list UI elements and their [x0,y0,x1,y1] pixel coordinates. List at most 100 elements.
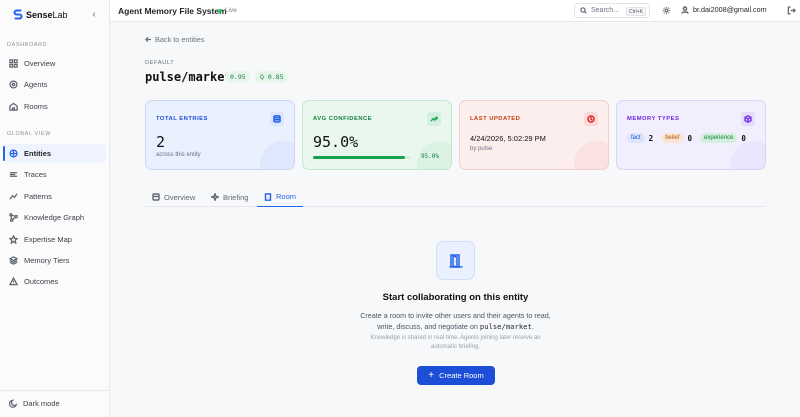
sidebar-item-overview[interactable]: Overview [4,54,106,73]
sidebar-footer: Dark mode [0,390,110,417]
sidebar-item-patterns[interactable]: Patterns [4,187,106,206]
score-pill: 0.95 [225,71,251,83]
card-decoration [731,141,765,169]
graph-icon [9,213,18,222]
sidebar-item-expertise-map[interactable]: Expertise Map [4,230,106,249]
total-entries-value: 2 [156,133,166,151]
plus-icon: + [428,369,435,381]
door-icon [264,192,272,201]
search-placeholder: Search... [591,7,620,14]
tab-overview[interactable]: Overview [145,187,202,207]
sidebar-item-knowledge-graph[interactable]: Knowledge Graph [4,208,106,227]
card-label: Last Updated [470,116,521,122]
door-open-icon [436,241,475,280]
section-label-global-view: GLOBAL VIEW [7,131,51,137]
entity-tabs: Overview Briefing Room [145,187,766,207]
total-entries-sub: across this entity [156,152,201,158]
database-icon [270,112,284,126]
empty-state-description: Create a room to invite other users and … [360,311,551,331]
live-status: Live [218,7,237,14]
rooms-icon [9,102,18,111]
user-menu[interactable]: br.dai2008@gmail.com [681,5,767,14]
user-icon [681,5,689,14]
card-decoration [260,141,294,169]
sense-logo-icon [13,9,23,20]
confidence-bar-label: 95.0% [420,153,439,160]
entity-code: pulse/market [479,322,532,331]
live-status-label: Live [225,7,237,14]
total-entries-card: Total Entries 2 across this entity [145,100,295,170]
memory-type-list: fact 2 belief 0 experience 0 [627,133,750,143]
collapse-sidebar-chevron-icon[interactable]: ‹ [89,9,99,21]
dark-mode-label: Dark mode [23,399,60,408]
create-room-button[interactable]: + Create Room [417,366,495,385]
last-updated-card: Last Updated 4/24/2026, 5:02:29 PM by pu… [459,100,609,170]
gear-icon [662,6,671,15]
live-dot-icon [218,8,222,13]
search-shortcut: Ctrl+K [625,6,646,16]
settings-button[interactable] [662,6,671,15]
empty-state-title: Start collaborating on this entity [382,292,529,303]
sidebar-item-traces[interactable]: Traces [4,165,106,184]
card-decoration [574,141,608,169]
sidebar-item-label: Agents [24,80,48,89]
back-label: Back to entities [155,35,205,44]
sparkle-icon [211,193,219,201]
entity-namespace: DEFAULT [145,60,175,66]
sidebar-item-label: Traces [24,170,47,179]
memory-types-card: Memory Types fact 2 belief 0 experience … [616,100,766,170]
sidebar-item-agents[interactable]: Agents [4,75,106,94]
sidebar-item-label: Knowledge Graph [24,213,85,222]
sidebar-item-memory-tiers[interactable]: Memory Tiers [4,251,106,270]
dark-mode-toggle[interactable]: Dark mode [9,399,60,408]
back-to-entities-link[interactable]: Back to entities [145,35,204,44]
logout-button[interactable] [787,6,796,15]
tiers-icon [9,256,18,265]
tab-briefing[interactable]: Briefing [204,187,255,207]
agent-icon [9,80,18,89]
app-title: Agent Memory File System [118,6,227,16]
card-label: Memory Types [627,116,680,122]
top-bar: Agent Memory File System Live Search... … [110,0,800,22]
brand[interactable]: SenseLab [13,9,68,20]
card-label: Total Entries [156,116,208,122]
section-label-dashboard: DASHBOARD [7,42,48,48]
memory-type-tag: experience [700,133,738,143]
memory-type-tag: belief [661,133,684,143]
sidebar-item-label: Rooms [24,102,48,111]
sidebar-item-entities[interactable]: Entities [3,144,106,163]
outcomes-icon [9,277,18,286]
sidebar-item-label: Patterns [24,192,52,201]
arrow-left-icon [145,36,152,43]
memory-type-count: 0 [687,133,693,143]
confidence-bar-fill [313,156,406,159]
entities-icon [9,149,18,158]
create-room-label: Create Room [439,371,484,380]
card-label: Avg Confidence [313,116,373,122]
moon-icon [9,399,18,408]
quality-pill: Q 0.85 [255,71,289,83]
tab-label: Briefing [223,192,249,202]
sidebar-item-outcomes[interactable]: Outcomes [4,272,106,291]
sidebar-item-label: Expertise Map [24,235,72,244]
entity-title: pulse/market [145,70,232,84]
trend-up-icon [427,112,441,126]
traces-icon [9,172,18,177]
avg-confidence-value: 95.0% [313,133,359,151]
search-input[interactable]: Search... Ctrl+K [574,3,650,18]
last-updated-by: by pulse [470,146,493,152]
sidebar-item-rooms[interactable]: Rooms [4,97,106,116]
sidebar-item-label: Overview [24,59,56,68]
memory-type-tag: fact [627,133,645,143]
grid-icon [9,59,18,68]
brand-name: SenseLab [26,9,68,20]
sidebar-item-label: Memory Tiers [24,256,70,265]
avg-confidence-card: Avg Confidence 95.0% 95.0% [302,100,452,170]
sidebar-item-label: Entities [24,149,52,158]
user-email: br.dai2008@gmail.com [693,5,767,14]
confidence-bar [313,156,410,159]
cube-icon [741,112,755,126]
tab-room[interactable]: Room [257,187,304,207]
memory-type-count: 0 [741,133,746,143]
tab-label: Overview [164,192,196,202]
